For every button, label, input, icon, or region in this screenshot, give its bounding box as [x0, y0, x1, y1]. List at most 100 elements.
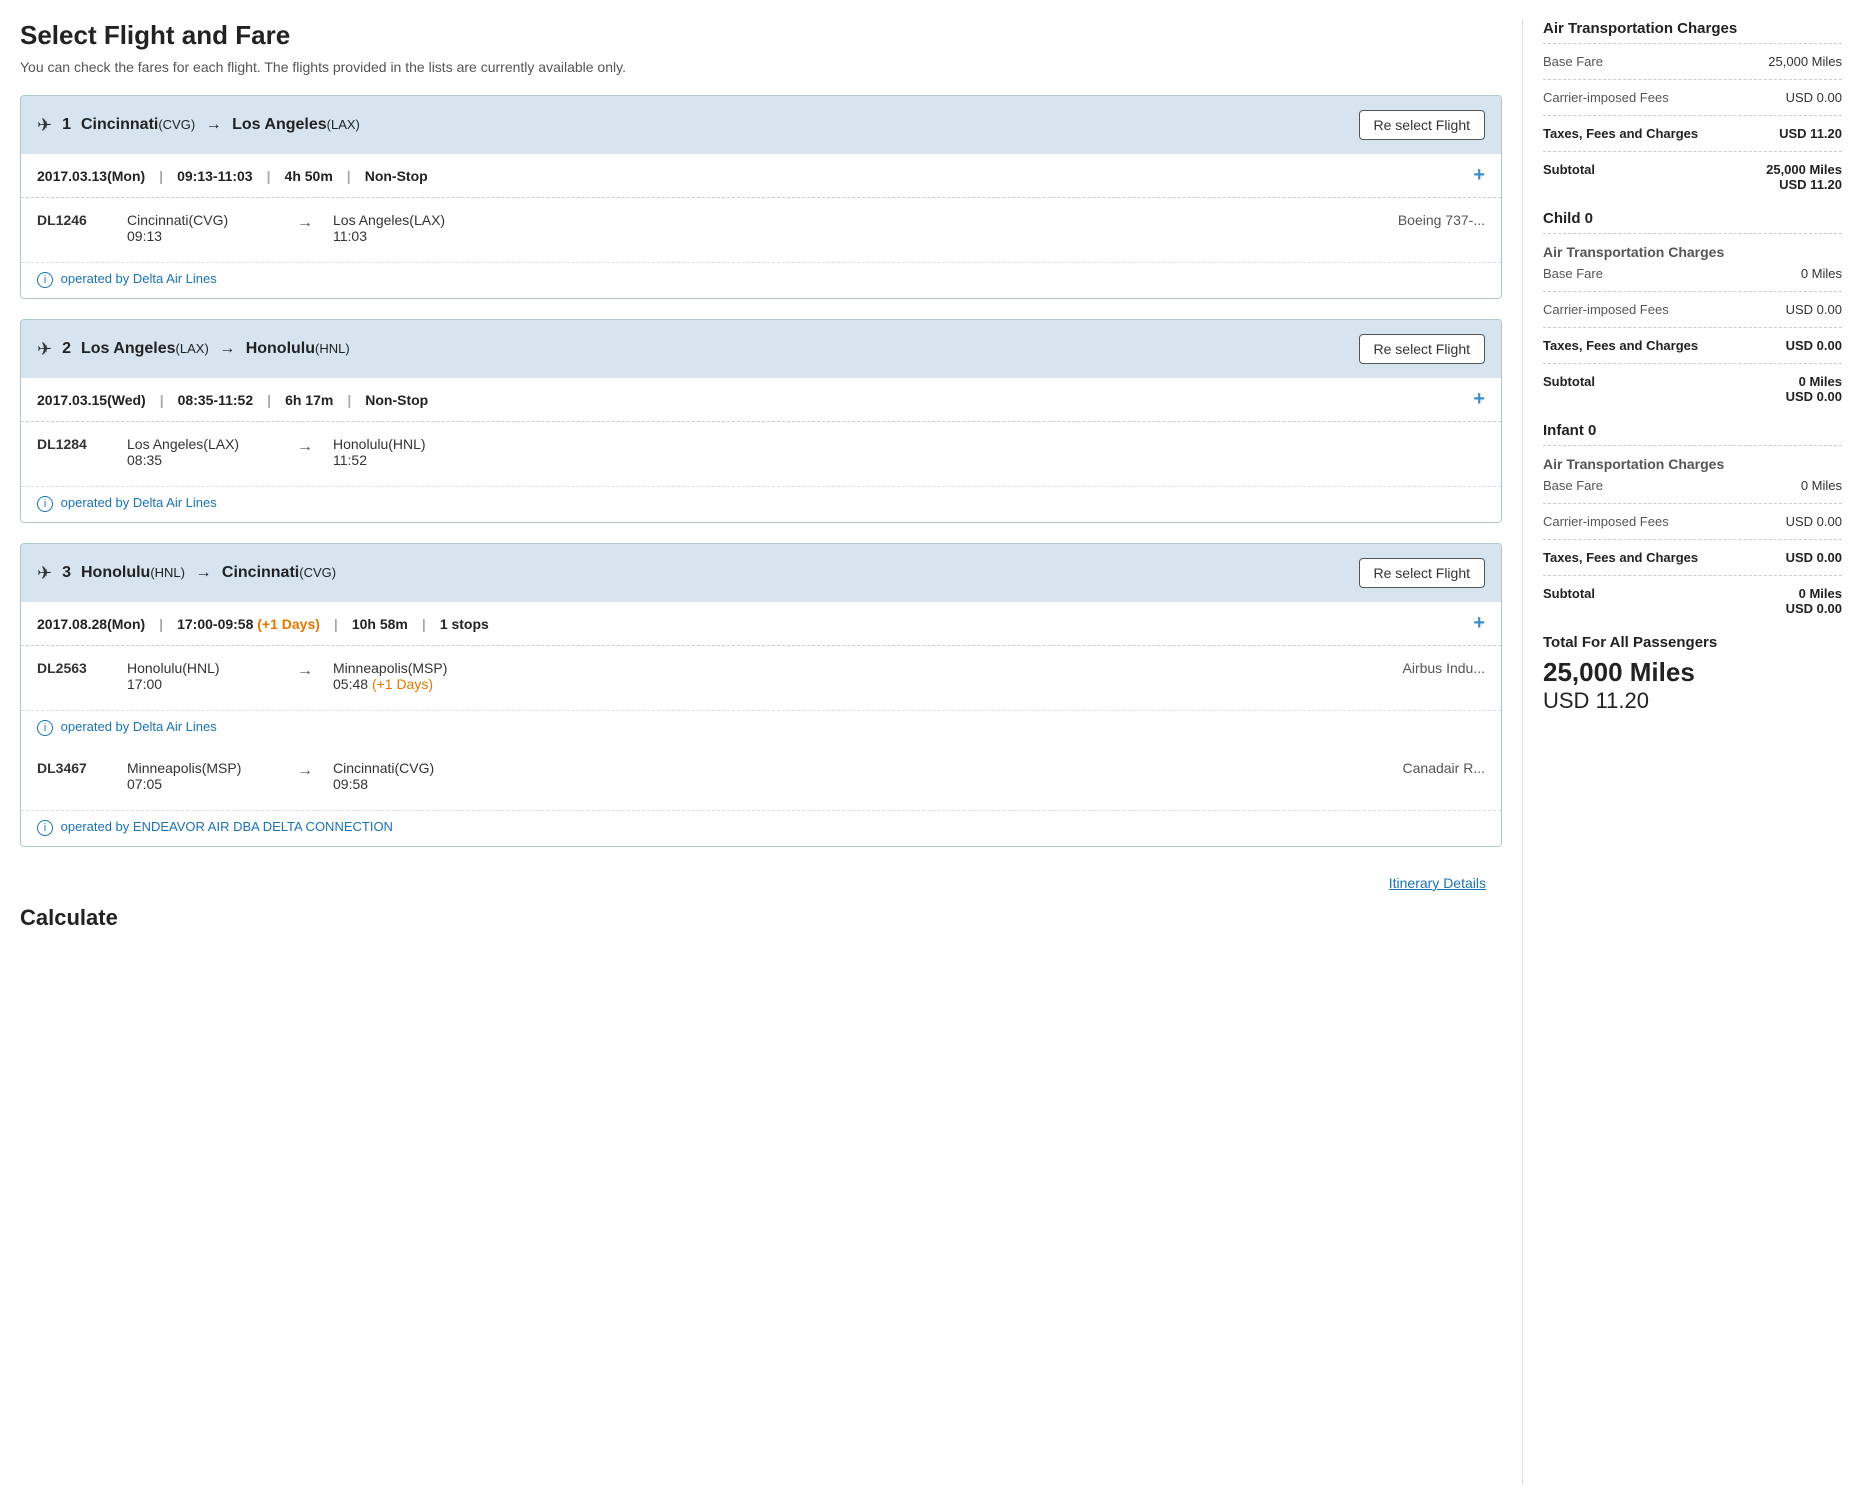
- sidebar-row-value: USD 0.00: [1752, 550, 1842, 565]
- reselect-flight-button-1[interactable]: Re select Flight: [1359, 110, 1485, 140]
- segment-flight-id: DL1246: [37, 212, 107, 228]
- flight-stops-1: Non-Stop: [365, 168, 428, 184]
- sidebar-row-label: Taxes, Fees and Charges: [1543, 550, 1752, 565]
- sidebar-row-value: 25,000 Miles: [1752, 54, 1842, 69]
- total-usd: USD 11.20: [1543, 688, 1842, 714]
- calculate-section-title: Calculate: [20, 905, 1502, 931]
- operator-link[interactable]: operated by Delta Air Lines: [61, 719, 217, 734]
- sidebar-row-divider: [1543, 79, 1842, 80]
- flight-date-2: 2017.03.15(Wed): [37, 392, 146, 408]
- segment-flight-id: DL3467: [37, 760, 107, 776]
- operated-by-3-1: i operated by ENDEAVOR AIR DBA DELTA CON…: [21, 811, 1501, 846]
- sidebar-row-divider: [1543, 151, 1842, 152]
- sidebar-row-value: USD 0.00: [1752, 338, 1842, 353]
- flight-segment-3-0: DL2563 Honolulu(HNL) 17:00 → Minneapolis…: [21, 646, 1501, 711]
- total-miles: 25,000 Miles: [1543, 657, 1842, 688]
- sidebar-row-0-0: Base Fare25,000 Miles: [1543, 54, 1842, 69]
- flight-stops-3: 1 stops: [440, 616, 489, 632]
- sidebar-row-2-0: Base Fare0 Miles: [1543, 478, 1842, 493]
- sidebar-section-0: Air Transportation ChargesBase Fare25,00…: [1543, 20, 1842, 192]
- segment-flight-id: DL1284: [37, 436, 107, 452]
- segment-origin: Los Angeles(LAX) 08:35: [127, 436, 277, 468]
- sidebar-row-2-3: Subtotal0 Miles USD 0.00: [1543, 586, 1842, 616]
- sidebar-section-2: Infant 0 Air Transportation Charges Base F…: [1543, 422, 1842, 616]
- sidebar-row-label: Base Fare: [1543, 54, 1752, 69]
- operator-link[interactable]: operated by Delta Air Lines: [61, 495, 217, 510]
- flight-summary-1: 2017.03.13(Mon) | 09:13-11:03 | 4h 50m |…: [21, 154, 1501, 198]
- operator-link[interactable]: operated by Delta Air Lines: [61, 271, 217, 286]
- segment-aircraft: Airbus Indu...: [1403, 660, 1486, 676]
- segment-arrow: →: [297, 760, 313, 780]
- sidebar-section-title-1: Child 0: [1543, 210, 1842, 234]
- page-title: Select Flight and Fare: [20, 20, 1502, 51]
- sidebar-row-label: Carrier-imposed Fees: [1543, 514, 1752, 529]
- reselect-flight-button-2[interactable]: Re select Flight: [1359, 334, 1485, 364]
- sidebar-section-1: Child 0 Air Transportation Charges Base Fa…: [1543, 210, 1842, 404]
- segment-destination: Cincinnati(CVG) 09:58: [333, 760, 483, 792]
- itinerary-link-container: Itinerary Details: [20, 867, 1502, 895]
- expand-button-1[interactable]: +: [1473, 164, 1485, 187]
- sidebar-row-divider: [1543, 291, 1842, 292]
- flight-summary-3: 2017.08.28(Mon) | 17:00-09:58 (+1 Days) …: [21, 602, 1501, 646]
- operated-by-3-0: i operated by Delta Air Lines: [21, 711, 1501, 746]
- pricing-sidebar: Air Transportation ChargesBase Fare25,00…: [1522, 20, 1842, 1484]
- flight-route-3: Honolulu(HNL) → Cincinnati(CVG): [81, 564, 1349, 582]
- total-section: Total For All Passengers 25,000 Miles US…: [1543, 634, 1842, 714]
- flight-header-2: ✈ 2 Los Angeles(LAX) → Honolulu(HNL) Re …: [21, 320, 1501, 378]
- sidebar-row-2-2: Taxes, Fees and ChargesUSD 0.00: [1543, 550, 1842, 565]
- segment-flight-id: DL2563: [37, 660, 107, 676]
- sidebar-row-1-2: Taxes, Fees and ChargesUSD 0.00: [1543, 338, 1842, 353]
- sidebar-row-value: USD 0.00: [1752, 302, 1842, 317]
- info-icon: i: [37, 496, 53, 512]
- segment-next-day: (+1 Days): [372, 676, 433, 692]
- flight-duration-2: 6h 17m: [285, 392, 333, 408]
- airplane-icon: ✈: [37, 115, 52, 136]
- flight-times-2: 08:35-11:52: [178, 392, 254, 408]
- flight-header-1: ✈ 1 Cincinnati(CVG) → Los Angeles(LAX) R…: [21, 96, 1501, 154]
- sidebar-row-divider: [1543, 503, 1842, 504]
- sidebar-row-2-1: Carrier-imposed FeesUSD 0.00: [1543, 514, 1842, 529]
- segment-arrow: →: [297, 436, 313, 456]
- flight-route-1: Cincinnati(CVG) → Los Angeles(LAX): [81, 116, 1349, 134]
- flight-date-3: 2017.08.28(Mon): [37, 616, 145, 632]
- itinerary-details-link[interactable]: Itinerary Details: [1389, 875, 1486, 891]
- flight-stops-2: Non-Stop: [365, 392, 428, 408]
- flight-segment-2-0: DL1284 Los Angeles(LAX) 08:35 → Honolulu…: [21, 422, 1501, 487]
- sidebar-row-divider: [1543, 327, 1842, 328]
- flight-card-3: ✈ 3 Honolulu(HNL) → Cincinnati(CVG) Re s…: [20, 543, 1502, 847]
- sidebar-row-label: Taxes, Fees and Charges: [1543, 338, 1752, 353]
- sidebar-row-label: Subtotal: [1543, 374, 1752, 389]
- sidebar-row-1-3: Subtotal0 Miles USD 0.00: [1543, 374, 1842, 404]
- sidebar-row-divider: [1543, 363, 1842, 364]
- flight-header-3: ✈ 3 Honolulu(HNL) → Cincinnati(CVG) Re s…: [21, 544, 1501, 602]
- segment-arrow: →: [297, 212, 313, 232]
- sidebar-row-label: Carrier-imposed Fees: [1543, 90, 1752, 105]
- flight-index-1: 1: [62, 116, 71, 134]
- info-icon: i: [37, 820, 53, 836]
- sidebar-section-title-2: Infant 0: [1543, 422, 1842, 446]
- segment-destination: Minneapolis(MSP) 05:48 (+1 Days): [333, 660, 483, 692]
- sidebar-subtitle-1: Air Transportation Charges: [1543, 244, 1842, 260]
- sidebar-row-1-1: Carrier-imposed FeesUSD 0.00: [1543, 302, 1842, 317]
- expand-button-3[interactable]: +: [1473, 612, 1485, 635]
- sidebar-row-0-1: Carrier-imposed FeesUSD 0.00: [1543, 90, 1842, 105]
- sidebar-subtitle-2: Air Transportation Charges: [1543, 456, 1842, 472]
- info-icon: i: [37, 720, 53, 736]
- reselect-flight-button-3[interactable]: Re select Flight: [1359, 558, 1485, 588]
- expand-button-2[interactable]: +: [1473, 388, 1485, 411]
- sidebar-row-label: Base Fare: [1543, 266, 1752, 281]
- sidebar-row-label: Subtotal: [1543, 162, 1752, 177]
- sidebar-row-value: 25,000 Miles USD 11.20: [1752, 162, 1842, 192]
- flight-times-1: 09:13-11:03: [177, 168, 253, 184]
- segment-destination: Los Angeles(LAX) 11:03: [333, 212, 483, 244]
- operator-link[interactable]: operated by ENDEAVOR AIR DBA DELTA CONNE…: [61, 819, 393, 834]
- flight-index-3: 3: [62, 564, 71, 582]
- segment-aircraft: Canadair R...: [1403, 760, 1485, 776]
- flight-summary-2: 2017.03.15(Wed) | 08:35-11:52 | 6h 17m |…: [21, 378, 1501, 422]
- operated-by-1-0: i operated by Delta Air Lines: [21, 263, 1501, 298]
- airplane-icon: ✈: [37, 563, 52, 584]
- flight-duration-3: 10h 58m: [352, 616, 408, 632]
- segment-aircraft: Boeing 737-...: [1398, 212, 1485, 228]
- sidebar-row-value: 0 Miles: [1752, 478, 1842, 493]
- segment-destination: Honolulu(HNL) 11:52: [333, 436, 483, 468]
